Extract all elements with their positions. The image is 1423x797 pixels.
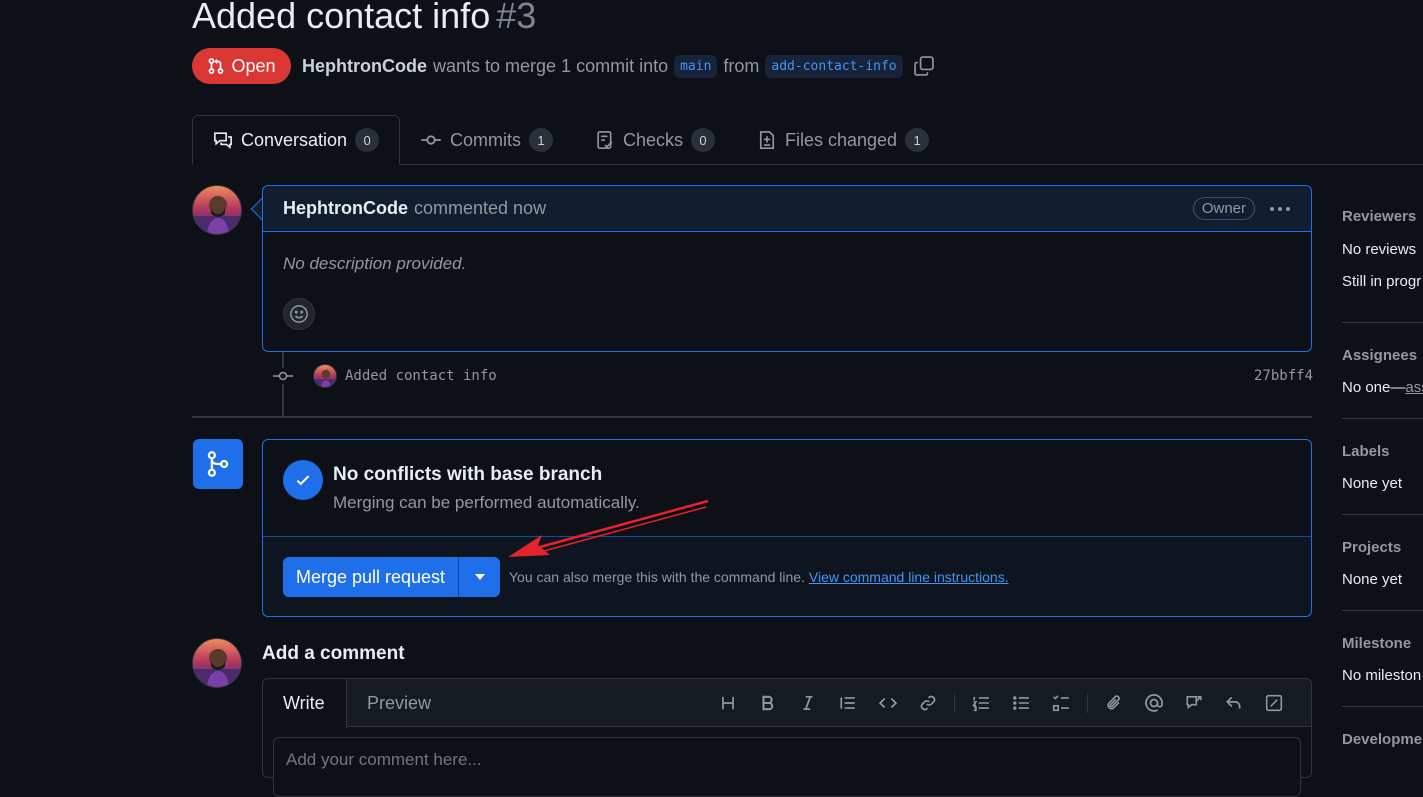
command-line-instructions-link[interactable]: View command line instructions. <box>809 569 1009 585</box>
merge-options-dropdown[interactable] <box>459 557 500 597</box>
labels-heading[interactable]: Labels <box>1342 443 1390 460</box>
comment-timestamp[interactable]: commented now <box>414 198 546 219</box>
cli-hint-text: You can also merge this with the command… <box>509 569 805 585</box>
add-comment-heading: Add a comment <box>262 643 405 664</box>
file-diff-icon <box>757 130 777 150</box>
commit-icon <box>420 130 442 150</box>
heading-icon[interactable] <box>708 687 748 719</box>
bold-icon[interactable] <box>748 687 788 719</box>
pr-state-label: Open <box>231 55 276 76</box>
comment-textarea[interactable]: Add your comment here... <box>273 737 1301 797</box>
comment-card: HephtronCode commented now Owner No desc… <box>262 185 1312 352</box>
timeline-divider <box>192 416 1312 418</box>
check-circle-icon <box>283 460 323 500</box>
pr-meta: HephtronCode wants to merge 1 commit int… <box>302 52 935 80</box>
pr-merge-text: wants to merge 1 commit into <box>433 55 669 76</box>
tab-write[interactable]: Write <box>263 679 347 728</box>
tab-conversation[interactable]: Conversation 0 <box>192 115 400 165</box>
development-heading[interactable]: Developmen <box>1342 731 1423 748</box>
sidebar-divider <box>1342 706 1423 707</box>
reply-icon[interactable] <box>1214 687 1254 719</box>
avatar[interactable] <box>192 185 242 235</box>
kebab-menu-icon[interactable] <box>1269 206 1291 212</box>
pull-request-icon <box>207 57 225 75</box>
comment-header: HephtronCode commented now Owner <box>263 186 1311 232</box>
caret-down-icon <box>474 574 485 580</box>
assign-yourself-link[interactable]: ass <box>1405 379 1423 396</box>
command-line-hint: You can also merge this with the command… <box>509 569 1009 585</box>
head-branch[interactable]: add-contact-info <box>765 54 903 78</box>
italic-icon[interactable] <box>788 687 828 719</box>
owner-badge: Owner <box>1192 197 1255 220</box>
commit-author-avatar[interactable] <box>313 364 337 388</box>
link-icon[interactable] <box>908 687 948 719</box>
quote-icon[interactable] <box>828 687 868 719</box>
tab-label: Commits <box>450 129 521 150</box>
conversation-icon <box>213 130 233 150</box>
tab-label: Files changed <box>785 129 898 150</box>
commit-message[interactable]: Added contact info <box>345 368 497 384</box>
tab-counter: 0 <box>355 128 380 152</box>
timeline-line <box>282 352 284 418</box>
pr-author-link[interactable]: HephtronCode <box>302 56 427 77</box>
merge-separator <box>263 536 1311 537</box>
sidebar-divider <box>1342 514 1423 515</box>
comment-author[interactable]: HephtronCode <box>283 198 408 219</box>
reviewers-heading[interactable]: Reviewers <box>1342 208 1416 225</box>
copy-icon[interactable] <box>913 55 935 77</box>
tab-label: Checks <box>623 129 684 150</box>
commit-sha[interactable]: 27bbff4 <box>1254 368 1313 384</box>
comment-body: No description provided. <box>283 254 467 273</box>
sidebar-divider <box>1342 418 1423 419</box>
git-merge-icon <box>204 450 232 478</box>
ordered-list-icon[interactable] <box>961 687 1001 719</box>
attach-file-icon[interactable] <box>1094 687 1134 719</box>
tab-checks[interactable]: Checks 0 <box>575 115 735 165</box>
mention-icon[interactable] <box>1134 687 1174 719</box>
pr-title-text: Added contact info <box>192 0 491 36</box>
tab-preview[interactable]: Preview <box>347 679 451 727</box>
merge-status-title: No conflicts with base branch <box>333 464 603 485</box>
pr-state-badge: Open <box>192 48 291 84</box>
sidebar-divider <box>1342 610 1423 611</box>
reviewers-status: Still in progr <box>1342 273 1422 290</box>
code-icon[interactable] <box>868 687 908 719</box>
milestone-value: No mileston <box>1342 667 1422 684</box>
add-reaction-button[interactable] <box>283 298 315 330</box>
assignees-heading[interactable]: Assignees <box>1342 347 1417 364</box>
projects-heading[interactable]: Projects <box>1342 539 1401 556</box>
commit-node-icon <box>273 368 293 384</box>
fullscreen-edit-icon[interactable] <box>1254 687 1294 719</box>
tab-commits[interactable]: Commits 1 <box>400 115 573 165</box>
projects-value: None yet <box>1342 571 1403 588</box>
toolbar-separator <box>1087 693 1088 713</box>
tab-counter: 1 <box>529 128 553 152</box>
assignees-value: No one—ass <box>1342 379 1423 396</box>
current-user-avatar[interactable] <box>192 638 242 688</box>
smiley-icon <box>289 304 309 324</box>
tab-files-changed[interactable]: Files changed 1 <box>737 115 949 165</box>
assignees-none: No one— <box>1342 379 1406 396</box>
checklist-icon <box>595 130 615 150</box>
toolbar-separator <box>954 693 955 713</box>
labels-value: None yet <box>1342 475 1403 492</box>
task-list-icon[interactable] <box>1041 687 1081 719</box>
pr-title: Added contact info #3 <box>192 0 536 40</box>
tab-counter: 0 <box>691 128 716 152</box>
sidebar-divider <box>1342 322 1423 323</box>
unordered-list-icon[interactable] <box>1001 687 1041 719</box>
annotation-arrow-icon <box>508 499 709 557</box>
merge-button-group: Merge pull request <box>283 557 500 597</box>
milestone-heading[interactable]: Milestone <box>1342 635 1411 652</box>
base-branch[interactable]: main <box>674 54 718 78</box>
tab-label: Conversation <box>241 129 348 150</box>
tab-counter: 1 <box>905 128 930 152</box>
reviewers-value: No reviews <box>1342 241 1417 258</box>
cross-reference-icon[interactable] <box>1174 687 1214 719</box>
pr-number: #3 <box>496 0 537 36</box>
markdown-toolbar <box>708 687 1294 719</box>
from-text: from <box>723 55 760 76</box>
merge-status-icon <box>193 439 243 489</box>
merge-pull-request-button[interactable]: Merge pull request <box>283 557 459 597</box>
